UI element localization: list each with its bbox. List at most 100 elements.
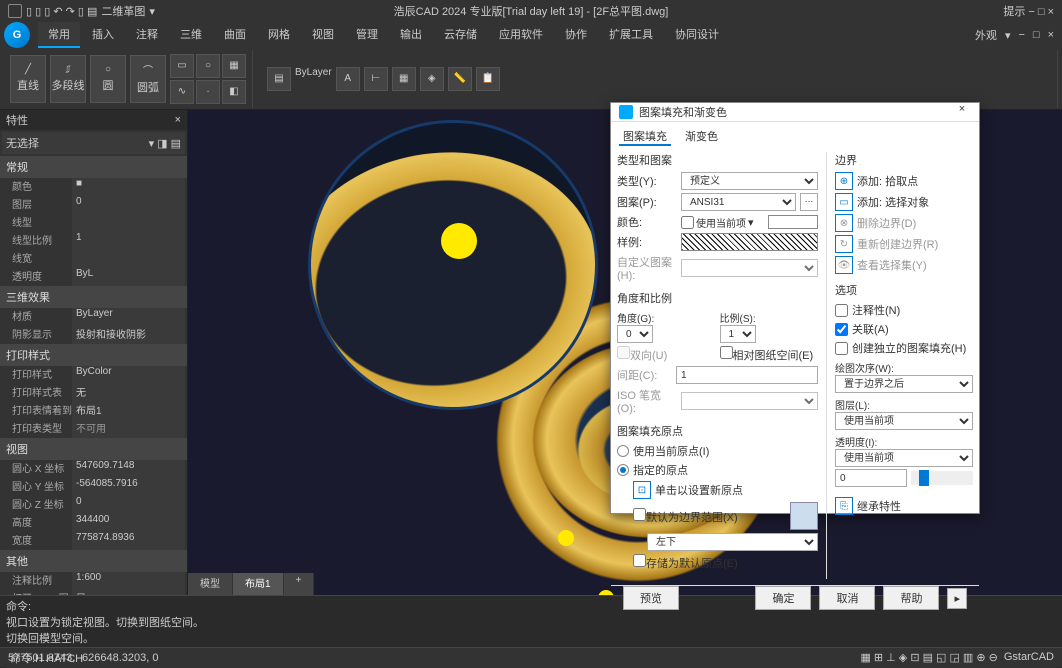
annotation-btn[interactable]: A xyxy=(336,67,360,91)
ok-button[interactable]: 确定 xyxy=(755,586,811,610)
corner-select[interactable]: 左下 xyxy=(647,533,818,551)
line-button[interactable]: ╱直线 xyxy=(10,55,46,103)
origin-current-radio[interactable] xyxy=(617,445,629,457)
tab-layout1[interactable]: 布局1 xyxy=(233,573,284,595)
dim-btn[interactable]: ⊢ xyxy=(364,67,388,91)
coords: 577501.8743, -626648.3203, 0 xyxy=(8,652,158,664)
section-plot[interactable]: 打印样式 xyxy=(0,344,187,366)
app-icon-small xyxy=(8,4,22,18)
close-icon[interactable]: × xyxy=(953,103,971,121)
polyline-button[interactable]: ⎎多段线 xyxy=(50,55,86,103)
workspace-dropdown[interactable]: 二维革图 xyxy=(101,3,145,19)
chevron-down-icon[interactable]: ▾ xyxy=(1005,29,1011,42)
save-origin-check[interactable] xyxy=(633,554,646,567)
delete-boundary-icon: ⊗ xyxy=(835,214,853,232)
section-3d[interactable]: 三维效果 xyxy=(0,286,187,308)
preview-button[interactable]: 预览 xyxy=(623,586,679,610)
appearance-menu[interactable]: 外观 xyxy=(975,27,997,43)
tab-insert[interactable]: 插入 xyxy=(82,22,124,48)
table-btn[interactable]: ▦ xyxy=(392,67,416,91)
use-current-color[interactable] xyxy=(681,216,694,229)
hatch-preview[interactable] xyxy=(681,233,818,251)
chevron-down-icon[interactable]: ▾ xyxy=(149,5,155,18)
section-view[interactable]: 视图 xyxy=(0,438,187,460)
props-btn[interactable]: ◈ xyxy=(420,67,444,91)
assoc-check[interactable] xyxy=(835,323,848,336)
titlebar-right: 提示 − □ × xyxy=(1003,3,1054,19)
trans-slider[interactable] xyxy=(911,471,973,485)
selection-dropdown[interactable]: 无选择▾ ◨ ▤ xyxy=(2,132,185,154)
trans-select[interactable]: 使用当前项 xyxy=(835,449,973,467)
maximize-icon[interactable]: □ xyxy=(1033,29,1040,41)
layer-icon[interactable]: ▤ xyxy=(267,67,291,91)
tab-collab[interactable]: 协作 xyxy=(555,22,597,48)
pick-origin-icon[interactable]: ⊡ xyxy=(633,481,651,499)
circle-button[interactable]: ○圆 xyxy=(90,55,126,103)
rect-icon[interactable]: ▭ xyxy=(170,54,194,78)
layer-select[interactable]: 使用当前项 xyxy=(835,412,973,430)
paste-btn[interactable]: 📋 xyxy=(476,67,500,91)
point-icon[interactable]: · xyxy=(196,80,220,104)
tab-surface[interactable]: 曲面 xyxy=(214,22,256,48)
close-icon[interactable]: × xyxy=(1048,29,1054,41)
close-icon[interactable]: × xyxy=(175,114,181,126)
measure-btn[interactable]: 📏 xyxy=(448,67,472,91)
tab-tools[interactable]: 扩展工具 xyxy=(599,22,663,48)
cmd-history: 视口设置为锁定视图。切换到图纸空间。 xyxy=(6,614,1056,630)
spacing-input xyxy=(676,366,818,384)
angle-select[interactable]: 0 xyxy=(617,325,653,343)
props-title: 特性 xyxy=(6,112,28,128)
type-select[interactable]: 预定义 xyxy=(681,172,818,190)
section-misc[interactable]: 其他 xyxy=(0,550,187,572)
default-extent-check[interactable] xyxy=(633,508,646,521)
pattern-select[interactable]: ANSI31 xyxy=(681,193,796,211)
tab-manage[interactable]: 管理 xyxy=(346,22,388,48)
tab-mesh[interactable]: 网格 xyxy=(258,22,300,48)
tab-gradient[interactable]: 渐变色 xyxy=(681,126,722,146)
marker-yellow xyxy=(558,530,574,546)
tab-view[interactable]: 视图 xyxy=(302,22,344,48)
inherit-icon[interactable]: ⎘ xyxy=(835,497,853,515)
tab-add[interactable]: + xyxy=(284,573,315,595)
tab-coop[interactable]: 协同设计 xyxy=(665,22,729,48)
zoom-lens xyxy=(308,120,598,410)
menubar: G 常用 插入 注释 三维 曲面 网格 视图 管理 输出 云存储 应用软件 协作… xyxy=(0,22,1062,48)
color-swatch[interactable] xyxy=(768,215,818,229)
tab-hatch[interactable]: 图案填充 xyxy=(619,126,671,146)
scale-select[interactable]: 1 xyxy=(720,325,756,343)
hatch-icon[interactable]: ▦ xyxy=(222,54,246,78)
draw-order-select[interactable]: 置于边界之后 xyxy=(835,375,973,393)
separate-check[interactable] xyxy=(835,342,848,355)
tab-output[interactable]: 输出 xyxy=(390,22,432,48)
spline-icon[interactable]: ∿ xyxy=(170,80,194,104)
quick-access[interactable]: ▯ ▯ ▯ ↶ ↷ ▯ ▤ xyxy=(26,5,97,18)
app-logo[interactable]: G xyxy=(4,22,30,48)
section-general[interactable]: 常规 xyxy=(0,156,187,178)
trans-value[interactable] xyxy=(835,469,907,487)
cancel-button[interactable]: 取消 xyxy=(819,586,875,610)
origin-specified-radio[interactable] xyxy=(617,464,629,476)
brand: GstarCAD xyxy=(1004,651,1054,664)
arc-button[interactable]: ⌒圆弧 xyxy=(130,55,166,103)
status-icons[interactable]: ▦ ⊞ ⊥ ◈ ⊡ ▤ ◱ ◲ ▥ ⊕ ⊖ xyxy=(860,651,997,664)
tab-home[interactable]: 常用 xyxy=(38,22,80,48)
annot-check[interactable] xyxy=(835,304,848,317)
ellipse-icon[interactable]: ○ xyxy=(196,54,220,78)
help-button[interactable]: 帮助 xyxy=(883,586,939,610)
tab-cloud[interactable]: 云存储 xyxy=(434,22,487,48)
color-value[interactable]: ■ xyxy=(72,178,185,196)
add-select-icon[interactable]: ▭ xyxy=(835,193,853,211)
add-pick-icon[interactable]: ⊕ xyxy=(835,172,853,190)
tab-model[interactable]: 模型 xyxy=(188,573,233,595)
expand-button[interactable]: ▸ xyxy=(947,588,967,609)
tab-3d[interactable]: 三维 xyxy=(170,22,212,48)
layer-value[interactable]: 0 xyxy=(72,196,185,214)
tab-apps[interactable]: 应用软件 xyxy=(489,22,553,48)
pattern-browse-btn[interactable]: … xyxy=(800,193,818,211)
ribbon-tabs: 常用 插入 注释 三维 曲面 网格 视图 管理 输出 云存储 应用软件 协作 扩… xyxy=(38,22,729,48)
relpaper-check[interactable] xyxy=(720,346,733,359)
dialog-title: 图案填充和渐变色 xyxy=(639,104,727,120)
region-icon[interactable]: ◧ xyxy=(222,80,246,104)
tab-annotate[interactable]: 注释 xyxy=(126,22,168,48)
minimize-icon[interactable]: − xyxy=(1018,29,1024,41)
